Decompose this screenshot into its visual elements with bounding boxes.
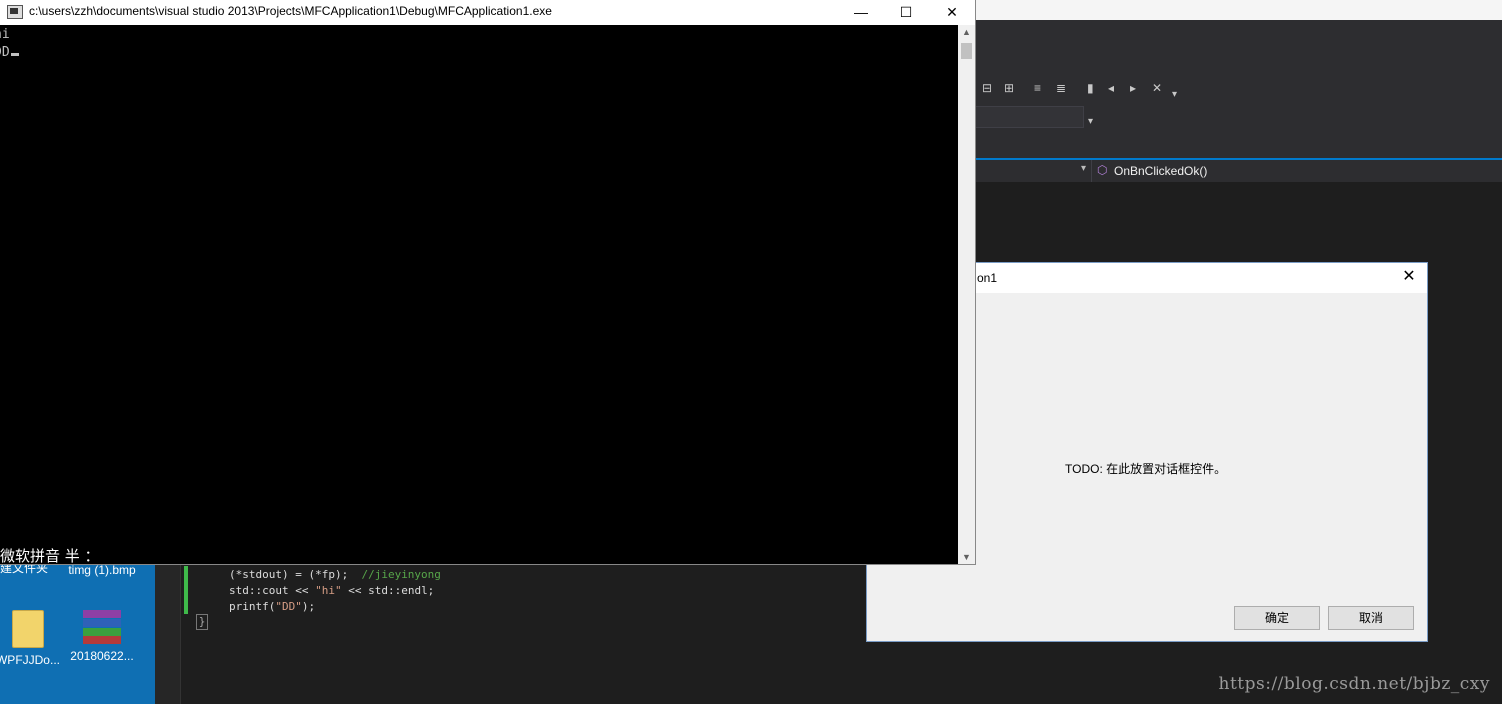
scroll-up-icon[interactable]: ▲ — [958, 27, 975, 37]
winrar-archive-icon — [83, 610, 121, 644]
toolbar-overflow-icon[interactable]: ▾ — [1088, 116, 1093, 127]
code-line: printf("DD"); — [229, 600, 316, 613]
text-cursor — [10, 53, 19, 56]
nav-separator — [1091, 160, 1092, 182]
bookmark-next-icon[interactable]: ▸ — [1130, 82, 1144, 94]
bookmark-prev-icon[interactable]: ◂ — [1108, 82, 1122, 94]
outdent-icon[interactable]: ≡ — [1034, 82, 1048, 94]
minimize-icon[interactable]: — — [838, 0, 884, 25]
editor-gutter — [155, 560, 181, 704]
code-line: std::cout << "hi" << std::endl; — [229, 584, 435, 597]
ime-status: 微软拼音 半 ： — [0, 547, 100, 565]
bookmark-icon[interactable]: ▮ — [1087, 82, 1101, 94]
console-scrollbar[interactable]: ▲ ▼ — [958, 25, 975, 564]
method-icon: ⬡ — [1097, 163, 1108, 177]
nav-method-dropdown[interactable]: OnBnClickedOk() — [1114, 164, 1207, 178]
close-icon[interactable]: ✕ — [929, 0, 975, 25]
brace-match: } — [196, 614, 208, 630]
desktop-item-label: 20180622... — [70, 649, 134, 663]
format-icon[interactable]: ⊞ — [1004, 82, 1018, 94]
comment-icon[interactable]: ≣ — [1056, 82, 1070, 94]
cancel-button[interactable]: 取消 — [1328, 606, 1414, 630]
maximize-icon[interactable]: ☐ — [883, 0, 929, 25]
watermark: https://blog.csdn.net/bjbz_cxy — [1218, 674, 1490, 694]
solution-config-combo[interactable] — [975, 106, 1084, 128]
close-icon[interactable]: ✕ — [1399, 267, 1419, 287]
dialog-title: on1 — [977, 271, 998, 285]
console-window: c:\users\zzh\documents\visual studio 201… — [0, 0, 976, 565]
vs-title-strip — [975, 0, 1502, 20]
bookmark-clear-icon[interactable]: ✕ — [1152, 82, 1166, 94]
desktop-item-wpfjjdo[interactable]: WPFJJDo... — [0, 610, 68, 668]
desktop-item-label: WPFJJDo... — [0, 653, 60, 667]
format-icon[interactable]: ⊟ — [982, 82, 996, 94]
navigation-bar: ▾ ⬡ OnBnClickedOk() — [975, 158, 1502, 182]
change-indicator — [184, 566, 188, 614]
chevron-down-icon[interactable]: ▾ — [1081, 163, 1086, 174]
console-line: hi — [0, 27, 10, 42]
todo-static-text: TODO: 在此放置对话框控件。 — [1065, 462, 1227, 476]
console-titlebar[interactable]: c:\users\zzh\documents\visual studio 201… — [0, 0, 975, 25]
vs-toolbar — [975, 20, 1502, 160]
folder-icon — [12, 610, 44, 648]
console-app-icon[interactable] — [7, 5, 23, 19]
scroll-down-icon[interactable]: ▼ — [958, 552, 975, 562]
toolbar-overflow-icon[interactable]: ▾ — [1172, 89, 1177, 100]
console-line: DD — [0, 44, 19, 62]
desktop: 新建文件夹 timg (1).bmp WPFJJDo... 20180622..… — [0, 560, 155, 704]
scroll-thumb[interactable] — [961, 43, 972, 59]
code-line: (*stdout) = (*fp); //jieyinyong — [229, 568, 441, 581]
console-title: c:\users\zzh\documents\visual studio 201… — [29, 4, 552, 18]
desktop-item-archive[interactable]: 20180622... — [62, 610, 142, 664]
ok-button[interactable]: 确定 — [1234, 606, 1320, 630]
